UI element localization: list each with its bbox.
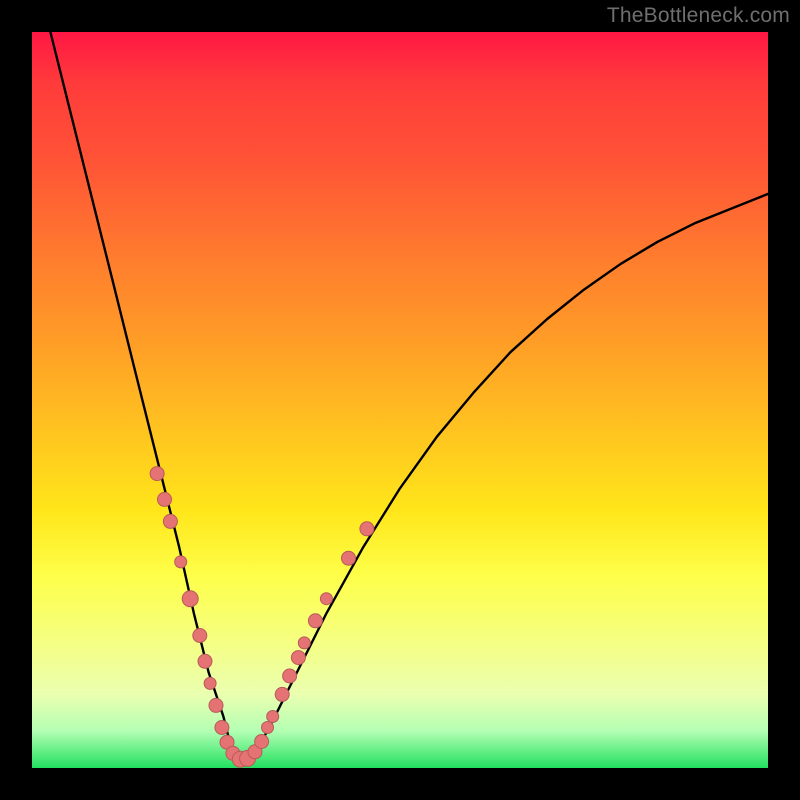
cluster-point <box>291 651 305 665</box>
cluster-point <box>283 669 297 683</box>
cluster-point <box>158 492 172 506</box>
cluster-point <box>360 522 374 536</box>
curve-layer <box>50 32 768 761</box>
cluster-point <box>267 711 279 723</box>
plot-area <box>32 32 768 768</box>
cluster-point <box>275 687 289 701</box>
cluster-point <box>204 677 216 689</box>
cluster-point <box>163 514 177 528</box>
cluster-point <box>320 593 332 605</box>
chart-svg <box>32 32 768 768</box>
chart-frame: TheBottleneck.com <box>0 0 800 800</box>
cluster-point <box>215 721 229 735</box>
cluster-point <box>182 591 198 607</box>
points-layer <box>150 467 374 768</box>
cluster-point <box>150 467 164 481</box>
cluster-point <box>308 614 322 628</box>
cluster-point <box>209 698 223 712</box>
bottleneck-curve <box>50 32 768 761</box>
watermark-text: TheBottleneck.com <box>607 4 790 28</box>
cluster-point <box>193 629 207 643</box>
cluster-point <box>255 735 269 749</box>
cluster-point <box>342 551 356 565</box>
cluster-point <box>175 556 187 568</box>
cluster-point <box>262 722 274 734</box>
cluster-point <box>198 654 212 668</box>
cluster-point <box>298 637 310 649</box>
